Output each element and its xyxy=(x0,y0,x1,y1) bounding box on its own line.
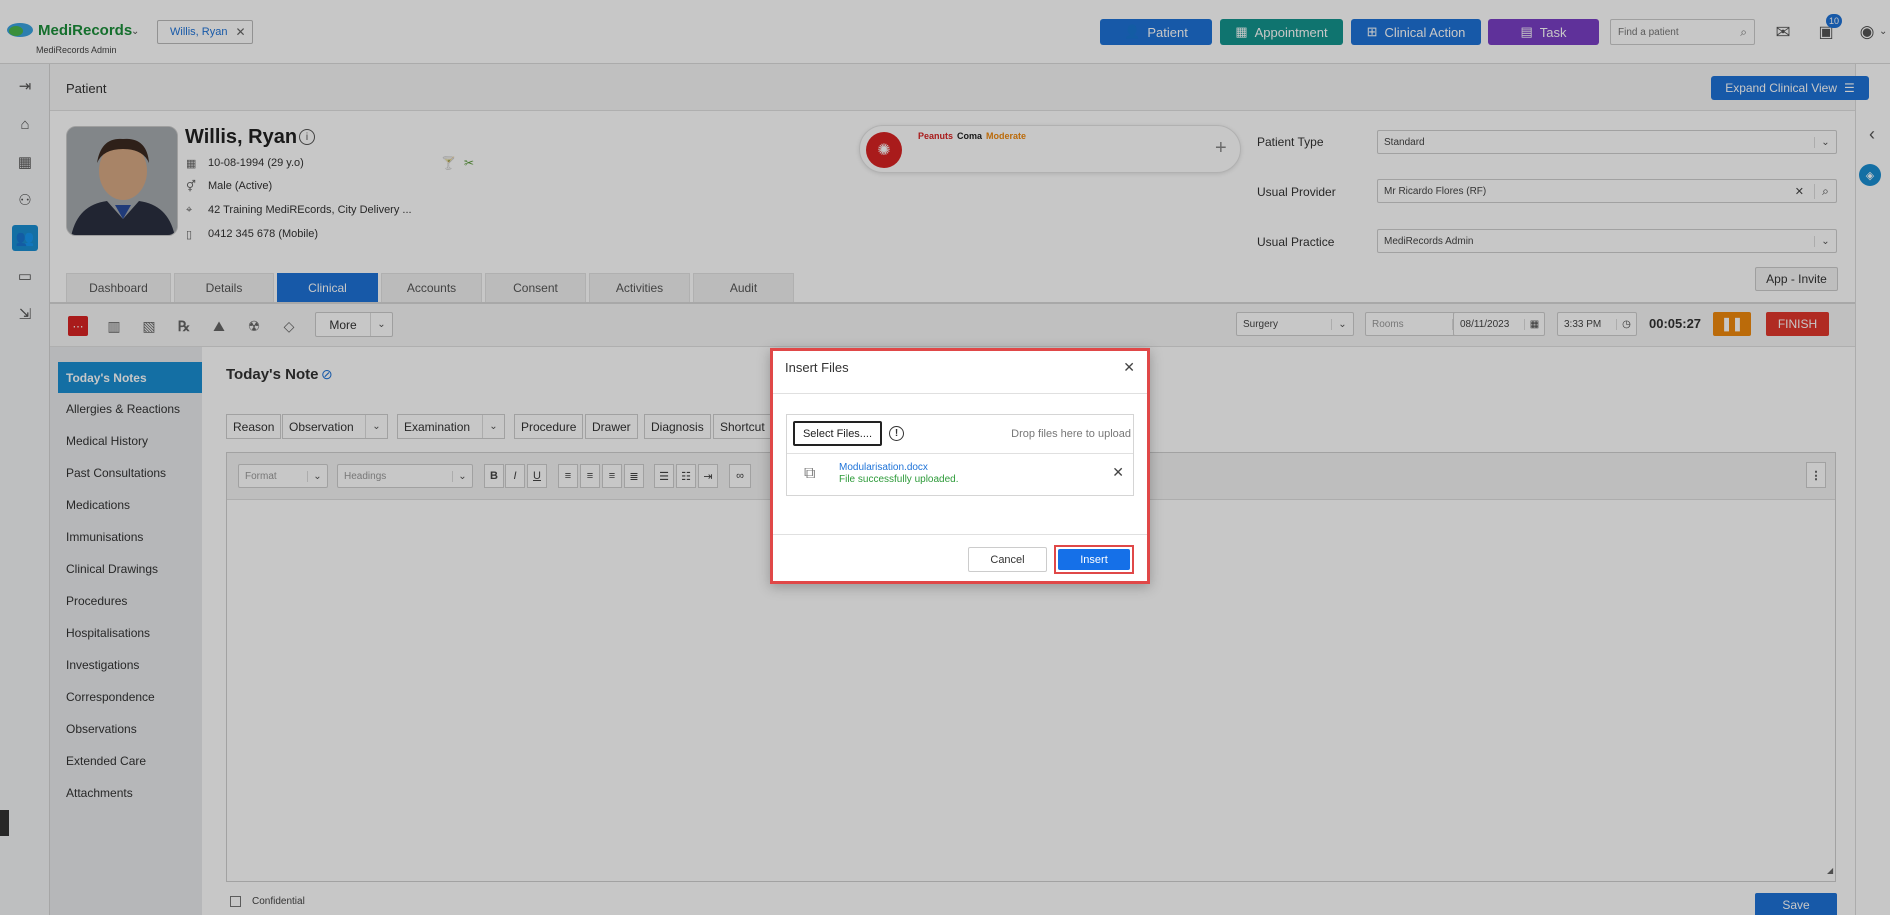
file-icon: ⧉ xyxy=(804,465,816,482)
insert-files-dialog: Insert Files ✕ Select Files.... ! Drop f… xyxy=(770,348,1150,584)
dialog-title: Insert Files xyxy=(785,360,849,375)
cancel-button[interactable]: Cancel xyxy=(968,547,1047,572)
insert-button[interactable]: Insert xyxy=(1058,549,1130,570)
remove-file-icon[interactable]: ✕ xyxy=(1112,464,1124,481)
upload-status: File successfully uploaded. xyxy=(839,474,959,485)
uploaded-file-name[interactable]: Modularisation.docx xyxy=(839,462,928,473)
select-files-button[interactable]: Select Files.... xyxy=(793,421,882,446)
warning-info-icon[interactable]: ! xyxy=(889,426,904,441)
drop-hint: Drop files here to upload xyxy=(1011,428,1131,440)
close-icon[interactable]: ✕ xyxy=(1123,359,1135,376)
insert-button-highlight: Insert xyxy=(1054,545,1134,574)
